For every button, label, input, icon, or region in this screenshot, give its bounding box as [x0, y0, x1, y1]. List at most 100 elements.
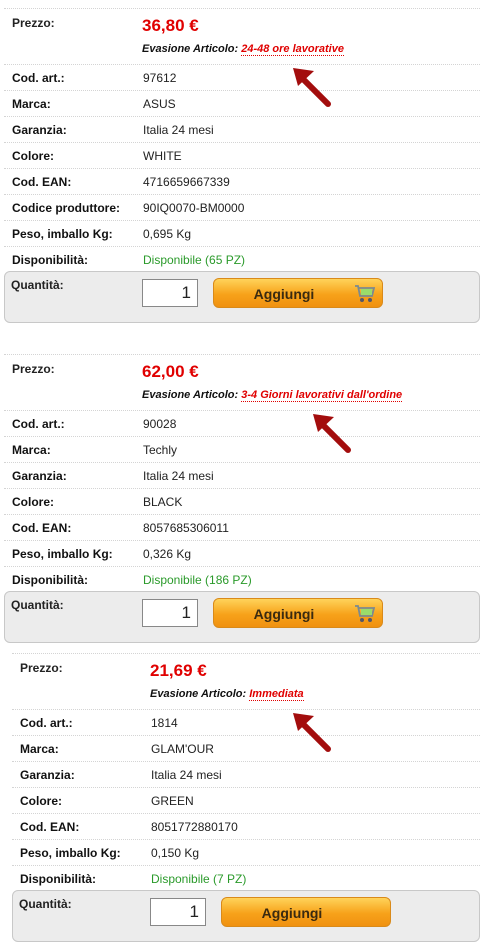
- quantity-label: Quantità:: [11, 278, 64, 292]
- quantity-input[interactable]: 1: [150, 898, 206, 926]
- ean-row: Cod. EAN: 8051772880170: [12, 813, 480, 840]
- add-button-label: Aggiungi: [253, 606, 315, 622]
- availability-row: Disponibilità: Disponibile (65 PZ): [4, 246, 480, 273]
- mfr-code-row: Codice produttore: 90IQ0070-BM0000: [4, 194, 480, 221]
- brand-label: Marca:: [20, 742, 59, 756]
- color-label: Colore:: [12, 149, 54, 163]
- warranty-label: Garanzia:: [12, 469, 67, 483]
- color-value: GREEN: [151, 794, 194, 808]
- weight-label: Peso, imballo Kg:: [12, 227, 113, 241]
- code-row: Cod. art.: 90028: [4, 410, 480, 437]
- cart-icon: [355, 605, 376, 622]
- weight-value: 0,695 Kg: [143, 227, 192, 241]
- warranty-row: Garanzia: Italia 24 mesi: [4, 462, 480, 489]
- brand-row: Marca: GLAM'OUR: [12, 735, 480, 762]
- code-value: 97612: [143, 71, 177, 85]
- ean-label: Cod. EAN:: [12, 521, 72, 535]
- availability-label: Disponibilità:: [20, 872, 96, 886]
- brand-row: Marca: ASUS: [4, 90, 480, 117]
- code-label: Cod. art.:: [12, 71, 65, 85]
- weight-row: Peso, imballo Kg: 0,150 Kg: [12, 839, 480, 866]
- brand-value: Techly: [143, 443, 178, 457]
- evasion-label: Evasione Articolo:: [150, 688, 247, 700]
- brand-label: Marca:: [12, 443, 51, 457]
- code-label: Cod. art.:: [20, 716, 73, 730]
- availability-row: Disponibilità: Disponibile (7 PZ): [12, 865, 480, 892]
- price-row: Prezzo: 36,80 € Evasione Articolo: 24-48…: [4, 8, 480, 67]
- price-label: Prezzo:: [12, 16, 55, 30]
- warranty-row: Garanzia: Italia 24 mesi: [4, 116, 480, 143]
- brand-row: Marca: Techly: [4, 436, 480, 463]
- availability-label: Disponibilità:: [12, 573, 88, 587]
- price-value: 21,69 €: [150, 661, 207, 680]
- evasion-info: Evasione Articolo: 3-4 Giorni lavorativi…: [142, 389, 403, 402]
- price-value: 62,00 €: [142, 362, 199, 381]
- weight-value: 0,150 Kg: [151, 846, 200, 860]
- color-row: Colore: WHITE: [4, 142, 480, 169]
- evasion-label: Evasione Articolo:: [142, 43, 239, 55]
- arrow-pointer-icon: [293, 713, 331, 752]
- arrow-pointer-icon: [293, 68, 331, 107]
- brand-label: Marca:: [12, 97, 51, 111]
- evasion-value: 3-4 Giorni lavorativi dall'ordine: [241, 389, 403, 402]
- weight-value: 0,326 Kg: [143, 547, 192, 561]
- mfr-code-label: Codice produttore:: [12, 201, 120, 215]
- quantity-input[interactable]: 1: [142, 599, 198, 627]
- price-label: Prezzo:: [12, 362, 55, 376]
- color-label: Colore:: [20, 794, 62, 808]
- weight-label: Peso, imballo Kg:: [12, 547, 113, 561]
- quantity-box: Quantità: 1 Aggiungi: [4, 271, 480, 323]
- ean-label: Cod. EAN:: [20, 820, 80, 834]
- color-label: Colore:: [12, 495, 54, 509]
- availability-value: Disponibile (7 PZ): [151, 872, 247, 886]
- availability-label: Disponibilità:: [12, 253, 88, 267]
- warranty-value: Italia 24 mesi: [143, 469, 214, 483]
- warranty-value: Italia 24 mesi: [151, 768, 222, 782]
- price-label: Prezzo:: [20, 661, 63, 675]
- ean-value: 8057685306011: [143, 521, 229, 535]
- evasion-value: 24-48 ore lavorative: [241, 43, 344, 56]
- code-value: 1814: [151, 716, 178, 730]
- add-to-cart-button[interactable]: Aggiungi: [221, 897, 391, 927]
- quantity-label: Quantità:: [19, 897, 72, 911]
- quantity-input[interactable]: 1: [142, 279, 198, 307]
- price-row: Prezzo: 62,00 € Evasione Articolo: 3-4 G…: [4, 354, 480, 413]
- color-value: WHITE: [143, 149, 182, 163]
- availability-value: Disponibile (65 PZ): [143, 253, 246, 267]
- quantity-box: Quantità: 1 Aggiungi: [4, 591, 480, 643]
- add-to-cart-button[interactable]: Aggiungi: [213, 598, 383, 628]
- ean-label: Cod. EAN:: [12, 175, 72, 189]
- evasion-value: Immediata: [249, 688, 304, 701]
- weight-row: Peso, imballo Kg: 0,695 Kg: [4, 220, 480, 247]
- warranty-row: Garanzia: Italia 24 mesi: [12, 761, 480, 788]
- code-row: Cod. art.: 97612: [4, 64, 480, 91]
- weight-label: Peso, imballo Kg:: [20, 846, 121, 860]
- add-button-label: Aggiungi: [253, 286, 315, 302]
- availability-value: Disponibile (186 PZ): [143, 573, 252, 587]
- add-to-cart-button[interactable]: Aggiungi: [213, 278, 383, 308]
- ean-row: Cod. EAN: 4716659667339: [4, 168, 480, 195]
- color-value: BLACK: [143, 495, 183, 509]
- evasion-info: Evasione Articolo: Immediata: [150, 688, 304, 701]
- code-row: Cod. art.: 1814: [12, 709, 480, 736]
- price-value: 36,80 €: [142, 16, 199, 35]
- code-value: 90028: [143, 417, 177, 431]
- arrow-pointer-icon: [313, 414, 351, 453]
- ean-value: 4716659667339: [143, 175, 230, 189]
- evasion-label: Evasione Articolo:: [142, 389, 239, 401]
- price-row: Prezzo: 21,69 € Evasione Articolo: Immed…: [12, 653, 480, 712]
- availability-row: Disponibilità: Disponibile (186 PZ): [4, 566, 480, 593]
- color-row: Colore: GREEN: [12, 787, 480, 814]
- warranty-label: Garanzia:: [12, 123, 67, 137]
- cart-icon: [355, 285, 376, 302]
- color-row: Colore: BLACK: [4, 488, 480, 515]
- code-label: Cod. art.:: [12, 417, 65, 431]
- ean-value: 8051772880170: [151, 820, 238, 834]
- brand-value: GLAM'OUR: [151, 742, 214, 756]
- evasion-info: Evasione Articolo: 24-48 ore lavorative: [142, 43, 344, 56]
- ean-row: Cod. EAN: 8057685306011: [4, 514, 480, 541]
- quantity-label: Quantità:: [11, 598, 64, 612]
- brand-value: ASUS: [143, 97, 176, 111]
- add-button-label: Aggiungi: [261, 905, 323, 921]
- quantity-box: Quantità: 1 Aggiungi: [12, 890, 480, 942]
